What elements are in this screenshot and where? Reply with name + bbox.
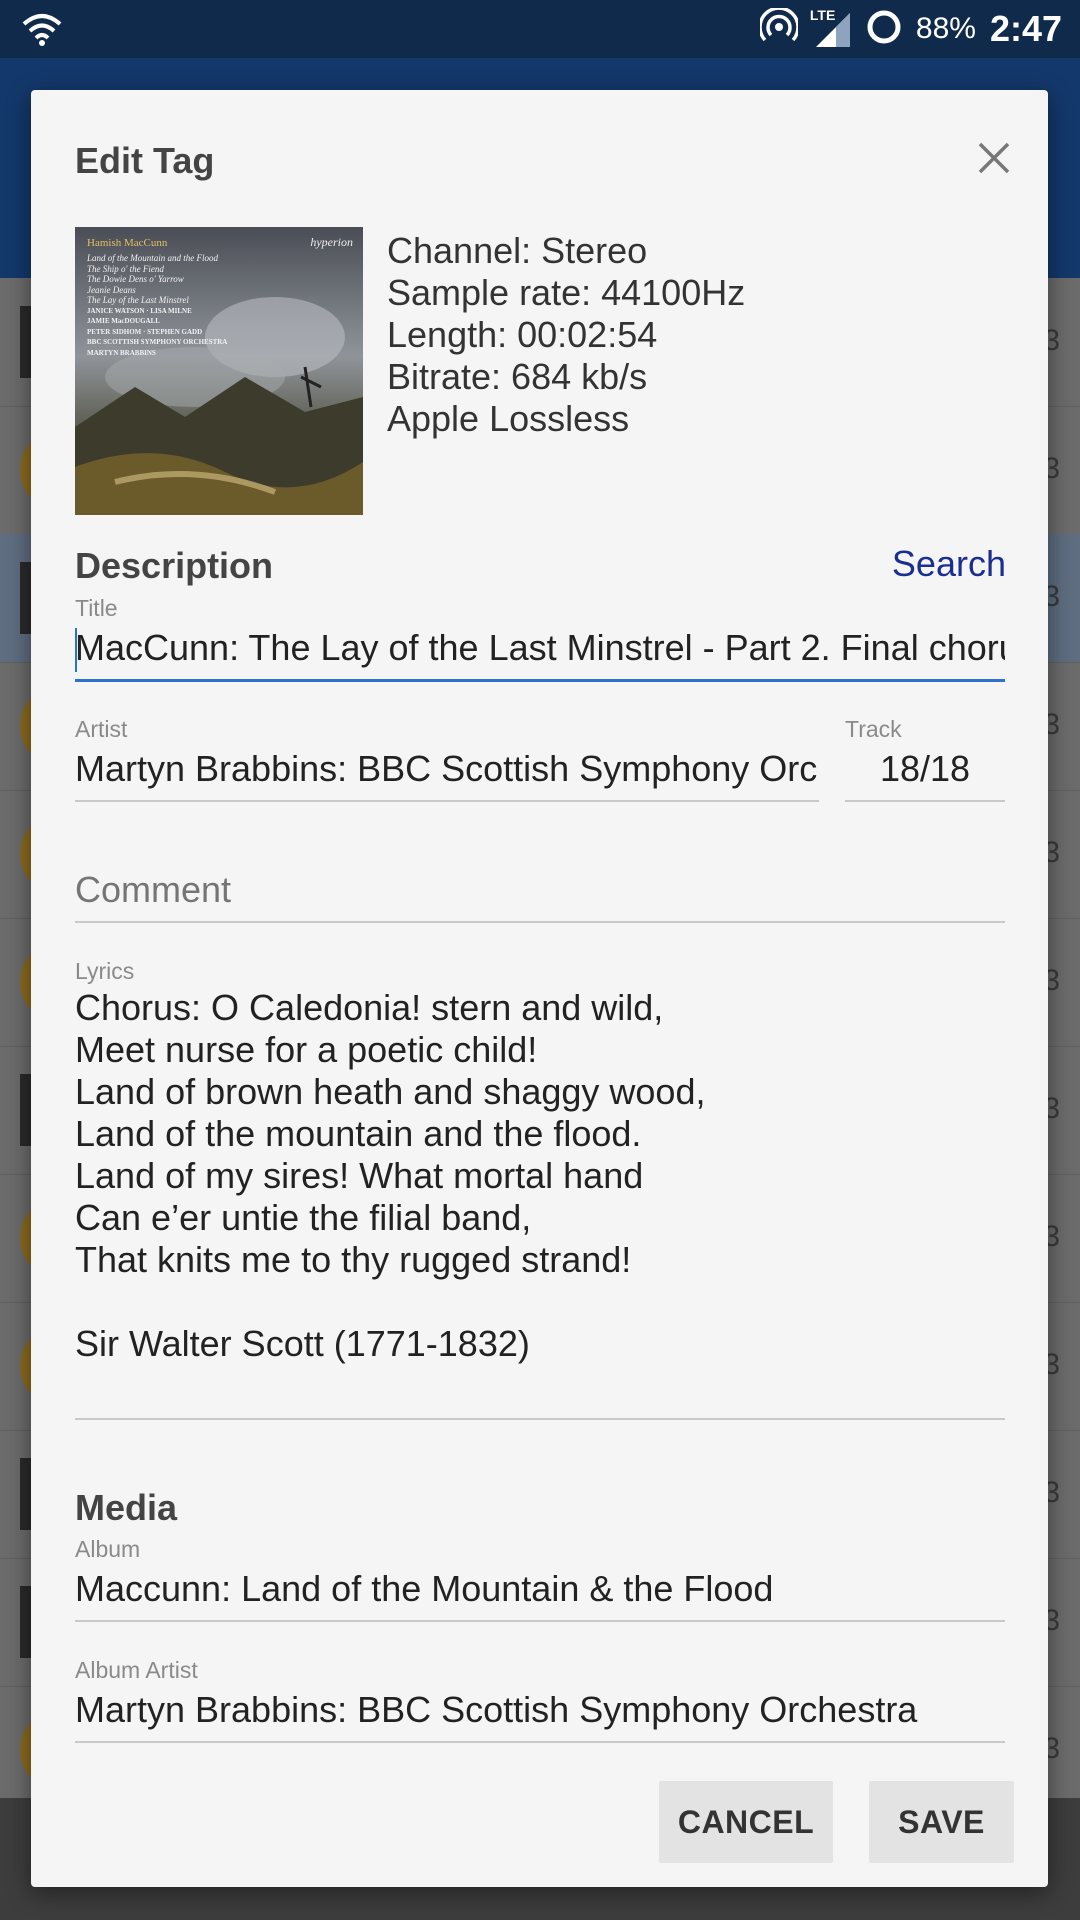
lyrics-line: Chorus: O Caledonia! stern and wild,	[75, 987, 664, 1028]
album-input[interactable]	[75, 1565, 1005, 1613]
channel-info: Channel: Stereo	[387, 230, 648, 271]
cover-line: Jeanie Deans	[87, 284, 136, 295]
hotspot-icon	[758, 5, 800, 51]
artist-underline	[75, 800, 819, 802]
comment-underline	[75, 921, 1005, 923]
lyrics-line	[75, 1281, 1005, 1323]
dialog-title: Edit Tag	[75, 140, 215, 181]
description-heading: Description	[75, 545, 274, 586]
track-label: Track	[845, 716, 902, 742]
audio-info: Channel: Stereo Sample rate: 44100Hz Len…	[387, 230, 745, 440]
length-info: Length: 00:02:54	[387, 314, 658, 355]
lyrics-line: Meet nurse for a poetic child!	[75, 1029, 538, 1070]
wifi-icon	[22, 12, 62, 46]
lyrics-line: That knits me to thy rugged strand!	[75, 1239, 632, 1280]
album-artist-label: Album Artist	[75, 1657, 198, 1683]
lyrics-line: Land of brown heath and shaggy wood,	[75, 1071, 706, 1112]
title-input[interactable]	[75, 624, 1005, 672]
lyrics-line: Land of my sires! What mortal hand	[75, 1155, 644, 1196]
network-type-label: LTE	[809, 7, 836, 23]
media-heading: Media	[75, 1487, 178, 1528]
lyrics-label: Lyrics	[75, 958, 135, 984]
cover-label: hyperion	[310, 235, 353, 249]
cover-line: Land of the Mountain and the Flood	[87, 253, 218, 263]
cancel-button[interactable]: CANCEL	[659, 1781, 833, 1863]
cover-line: The Ship o' the Fiend	[87, 263, 164, 274]
text-caret	[75, 628, 77, 672]
edit-tag-dialog: Edit Tag Hamish MacCunn hyperion Land of…	[31, 90, 1048, 1887]
cover-line: JANICE WATSON · LISA MILNE	[87, 306, 192, 315]
artist-label: Artist	[75, 716, 128, 742]
lyrics-underline	[75, 1418, 1005, 1420]
close-icon	[977, 141, 1011, 180]
close-button[interactable]	[970, 136, 1018, 184]
signal-icon: LTE	[809, 7, 852, 49]
cover-line: JAMIE MacDOUGALL	[87, 317, 160, 325]
battery-percent: 88%	[915, 12, 976, 45]
cover-line: The Lay of the Last Minstrel	[87, 295, 189, 305]
track-underline	[845, 800, 1005, 802]
album-artist-input[interactable]	[75, 1686, 1005, 1734]
lyrics-line: Land of the mountain and the flood.	[75, 1113, 642, 1154]
status-bar: LTE 88% 2:47	[0, 0, 1080, 58]
cover-line: PETER SIDHOM · STEPHEN GADD	[87, 327, 203, 336]
bitrate-info: Bitrate: 684 kb/s	[387, 356, 648, 397]
cover-line: MARTYN BRABBINS	[87, 348, 156, 357]
comment-input[interactable]	[75, 866, 1005, 914]
title-label: Title	[75, 595, 118, 621]
artist-input[interactable]	[75, 745, 819, 793]
album-cover[interactable]: Hamish MacCunn hyperion Land of the Moun…	[75, 227, 363, 515]
lyrics-input[interactable]: Chorus: O Caledonia! stern and wild, Mee…	[75, 987, 1005, 1365]
cover-text: Land of the Mountain and the Flood The S…	[87, 253, 227, 358]
sample-rate-info: Sample rate: 44100Hz	[387, 272, 746, 313]
album-underline	[75, 1620, 1005, 1622]
album-artist-underline	[75, 1741, 1005, 1743]
battery-icon	[866, 9, 902, 50]
album-label: Album	[75, 1536, 141, 1562]
title-underline	[75, 679, 1005, 682]
clock: 2:47	[989, 8, 1062, 49]
lyrics-line: Sir Walter Scott (1771-1832)	[75, 1323, 530, 1364]
lyrics-line: Can e’er untie the filial band,	[75, 1197, 532, 1238]
save-button[interactable]: SAVE	[869, 1781, 1014, 1863]
track-input[interactable]	[845, 745, 1005, 793]
cover-line: BBC SCOTTISH SYMPHONY ORCHESTRA	[87, 338, 228, 346]
cover-header-text: Hamish MacCunn	[87, 237, 168, 249]
codec-info: Apple Lossless	[387, 398, 630, 439]
search-link[interactable]: Search	[892, 543, 1006, 585]
cover-line: The Dowie Dens o' Yarrow	[87, 274, 184, 284]
